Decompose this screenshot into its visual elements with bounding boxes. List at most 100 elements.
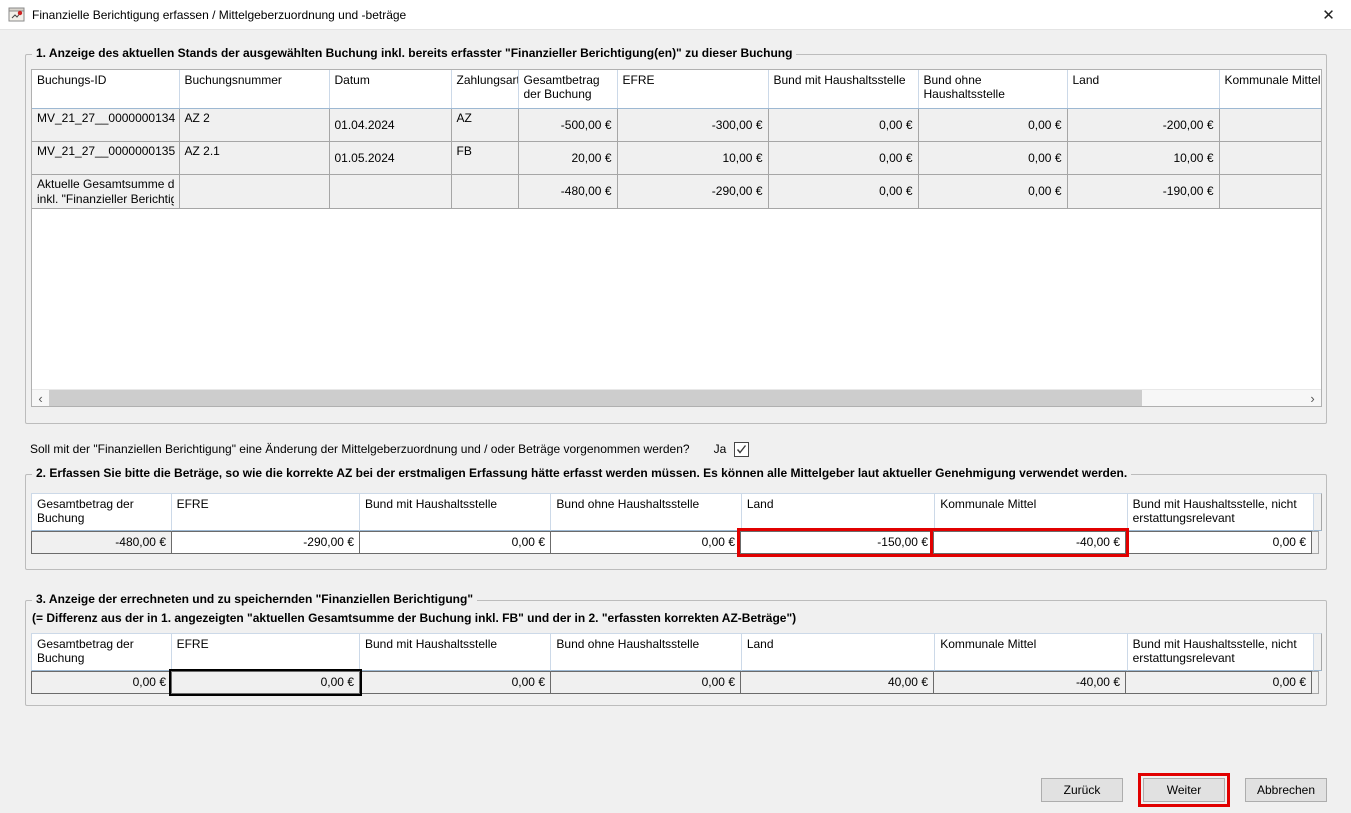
col-header-bund-mit-nicht-erstattungsrelevant: Bund mit Haushaltsstelle, nicht erstattu… bbox=[1128, 493, 1314, 531]
cell-buchungsnummer: AZ 2 bbox=[179, 108, 329, 141]
cell-zahlungsart bbox=[451, 174, 518, 208]
table-right-strip bbox=[1314, 493, 1322, 531]
cell-gesamtbetrag: 20,00 € bbox=[518, 141, 617, 174]
col-header-buchungs-id: Buchungs-ID bbox=[32, 70, 179, 108]
cell-land: -200,00 € bbox=[1067, 108, 1219, 141]
cell-efre: -290,00 € bbox=[617, 174, 768, 208]
cell-zahlungsart: FB bbox=[451, 141, 518, 174]
cell-sum-label: Aktuelle Gesamtsumme der Buchung inkl. "… bbox=[32, 174, 179, 208]
section-2-title: 2. Erfassen Sie bitte die Beträge, so wi… bbox=[32, 466, 1131, 480]
col-header-datum: Datum bbox=[329, 70, 451, 108]
bookings-table: Buchungs-ID Buchungsnummer Datum Zahlung… bbox=[32, 70, 1322, 209]
section-3-title-line2: (= Differenz aus der in 1. angezeigten "… bbox=[32, 611, 1322, 625]
result-bund-mit: 0,00 € bbox=[359, 671, 551, 694]
input-kommunale-mittel-highlighted[interactable]: -40,00 € bbox=[933, 531, 1126, 554]
cell-bund-ohne: 0,00 € bbox=[918, 108, 1067, 141]
input-efre[interactable]: -290,00 € bbox=[171, 531, 360, 554]
cell-buchungs-id: MV_21_27__0000000134 bbox=[32, 108, 179, 141]
col-header-land: Land bbox=[742, 633, 935, 671]
table-right-strip bbox=[1314, 633, 1322, 671]
correction-result-value-row: 0,00 € 0,00 € 0,00 € 0,00 € 40,00 € -40,… bbox=[31, 671, 1322, 694]
col-header-bund-mit: Bund mit Haushaltsstelle bbox=[360, 493, 551, 531]
scroll-right-icon[interactable]: › bbox=[1304, 390, 1321, 406]
sum-label-line2: inkl. "Finanzieller Berichtigung(en)" bbox=[37, 192, 174, 207]
table-row-sum[interactable]: Aktuelle Gesamtsumme der Buchung inkl. "… bbox=[32, 174, 1322, 208]
col-header-gesamtbetrag: Gesamtbetrag der Buchung bbox=[31, 633, 172, 671]
back-button[interactable]: Zurück bbox=[1041, 778, 1123, 802]
col-header-land: Land bbox=[742, 493, 935, 531]
scrollbar-thumb[interactable] bbox=[49, 390, 1142, 406]
col-header-bund-ohne: Bund ohne Haushaltsstelle bbox=[551, 493, 741, 531]
cell-gesamtbetrag: -500,00 € bbox=[518, 108, 617, 141]
checkmark-icon bbox=[736, 444, 747, 455]
cell-efre: -300,00 € bbox=[617, 108, 768, 141]
bookings-table-viewport: Buchungs-ID Buchungsnummer Datum Zahlung… bbox=[31, 69, 1322, 407]
col-header-bund-mit: Bund mit Haushaltsstelle bbox=[360, 633, 551, 671]
dialog-button-row: Zurück Weiter Abbrechen bbox=[25, 778, 1327, 802]
correction-result-table: Gesamtbetrag der Buchung EFRE Bund mit H… bbox=[31, 633, 1322, 694]
cell-buchungsnummer bbox=[179, 174, 329, 208]
col-header-kommunale-mittel: Kommunale Mittel bbox=[1219, 70, 1322, 108]
dialog-window: Finanzielle Berichtigung erfassen / Mitt… bbox=[0, 0, 1351, 802]
correct-amounts-header-row: Gesamtbetrag der Buchung EFRE Bund mit H… bbox=[31, 493, 1322, 531]
result-gesamtbetrag: 0,00 € bbox=[31, 671, 172, 694]
input-land-highlighted[interactable]: -150,00 € bbox=[740, 531, 934, 554]
col-header-buchungsnummer: Buchungsnummer bbox=[179, 70, 329, 108]
next-button-highlighted[interactable]: Weiter bbox=[1143, 778, 1225, 802]
cell-bund-mit: 0,00 € bbox=[768, 174, 918, 208]
scroll-left-icon[interactable]: ‹ bbox=[32, 390, 49, 406]
close-icon[interactable]: ✕ bbox=[1306, 0, 1351, 30]
col-header-efre: EFRE bbox=[172, 493, 360, 531]
input-gesamtbetrag: -480,00 € bbox=[31, 531, 172, 554]
scrollbar-track[interactable] bbox=[49, 390, 1304, 406]
section-2-groupbox: 2. Erfassen Sie bitte die Beträge, so wi… bbox=[25, 474, 1327, 570]
cell-bund-ohne: 0,00 € bbox=[918, 141, 1067, 174]
question-row: Soll mit der "Finanziellen Berichtigung"… bbox=[30, 440, 1327, 458]
section-3-title-line1: 3. Anzeige der errechneten und zu speich… bbox=[32, 592, 477, 606]
cell-land: 10,00 € bbox=[1067, 141, 1219, 174]
cell-buchungsnummer: AZ 2.1 bbox=[179, 141, 329, 174]
title-bar: Finanzielle Berichtigung erfassen / Mitt… bbox=[0, 0, 1351, 30]
result-bund-mit-nicht-erstattungsrelevant: 0,00 € bbox=[1125, 671, 1312, 694]
cell-datum bbox=[329, 174, 451, 208]
section-3-groupbox: 3. Anzeige der errechneten und zu speich… bbox=[25, 600, 1327, 706]
ja-checkbox[interactable] bbox=[734, 442, 749, 457]
cell-gesamtbetrag: -480,00 € bbox=[518, 174, 617, 208]
cell-datum: 01.05.2024 bbox=[329, 141, 451, 174]
correct-amounts-table: Gesamtbetrag der Buchung EFRE Bund mit H… bbox=[31, 493, 1322, 554]
col-header-gesamtbetrag: Gesamtbetrag der Buchung bbox=[31, 493, 172, 531]
col-header-efre: EFRE bbox=[617, 70, 768, 108]
col-header-bund-mit-nicht-erstattungsrelevant: Bund mit Haushaltsstelle, nicht erstattu… bbox=[1128, 633, 1314, 671]
horizontal-scrollbar[interactable]: ‹ › bbox=[32, 389, 1321, 406]
col-header-kommunale-mittel: Kommunale Mittel bbox=[935, 633, 1127, 671]
col-header-gesamtbetrag: Gesamtbetrag der Buchung bbox=[518, 70, 617, 108]
cell-kommunale-mittel bbox=[1219, 141, 1322, 174]
cell-bund-mit: 0,00 € bbox=[768, 108, 918, 141]
bookings-header-row: Buchungs-ID Buchungsnummer Datum Zahlung… bbox=[32, 70, 1322, 108]
cell-kommunale-mittel bbox=[1219, 174, 1322, 208]
result-kommunale-mittel: -40,00 € bbox=[933, 671, 1126, 694]
table-right-strip bbox=[1311, 671, 1319, 694]
cell-efre: 10,00 € bbox=[617, 141, 768, 174]
app-icon bbox=[8, 6, 25, 23]
table-row-booking-2[interactable]: MV_21_27__0000000135 AZ 2.1 01.05.2024 F… bbox=[32, 141, 1322, 174]
table-row-booking-1[interactable]: MV_21_27__0000000134 AZ 2 01.04.2024 AZ … bbox=[32, 108, 1322, 141]
col-header-bund-ohne: Bund ohne Haushaltsstelle bbox=[551, 633, 741, 671]
cell-buchungs-id: MV_21_27__0000000135 bbox=[32, 141, 179, 174]
correct-amounts-value-row: -480,00 € -290,00 € 0,00 € 0,00 € -150,0… bbox=[31, 531, 1322, 554]
ja-label: Ja bbox=[714, 442, 727, 456]
col-header-bund-mit: Bund mit Haushaltsstelle bbox=[768, 70, 918, 108]
cancel-button[interactable]: Abbrechen bbox=[1245, 778, 1327, 802]
result-efre-focused[interactable]: 0,00 € bbox=[171, 671, 360, 694]
cell-kommunale-mittel bbox=[1219, 108, 1322, 141]
input-bund-ohne[interactable]: 0,00 € bbox=[550, 531, 741, 554]
input-bund-mit[interactable]: 0,00 € bbox=[359, 531, 551, 554]
sum-label-line1: Aktuelle Gesamtsumme der Buchung bbox=[37, 177, 174, 192]
section-1-title: 1. Anzeige des aktuellen Stands der ausg… bbox=[32, 46, 796, 60]
col-header-kommunale-mittel: Kommunale Mittel bbox=[935, 493, 1127, 531]
input-bund-mit-nicht-erstattungsrelevant[interactable]: 0,00 € bbox=[1125, 531, 1312, 554]
col-header-efre: EFRE bbox=[172, 633, 360, 671]
table-empty-area bbox=[32, 209, 1321, 390]
cell-land: -190,00 € bbox=[1067, 174, 1219, 208]
correction-result-header-row: Gesamtbetrag der Buchung EFRE Bund mit H… bbox=[31, 633, 1322, 671]
